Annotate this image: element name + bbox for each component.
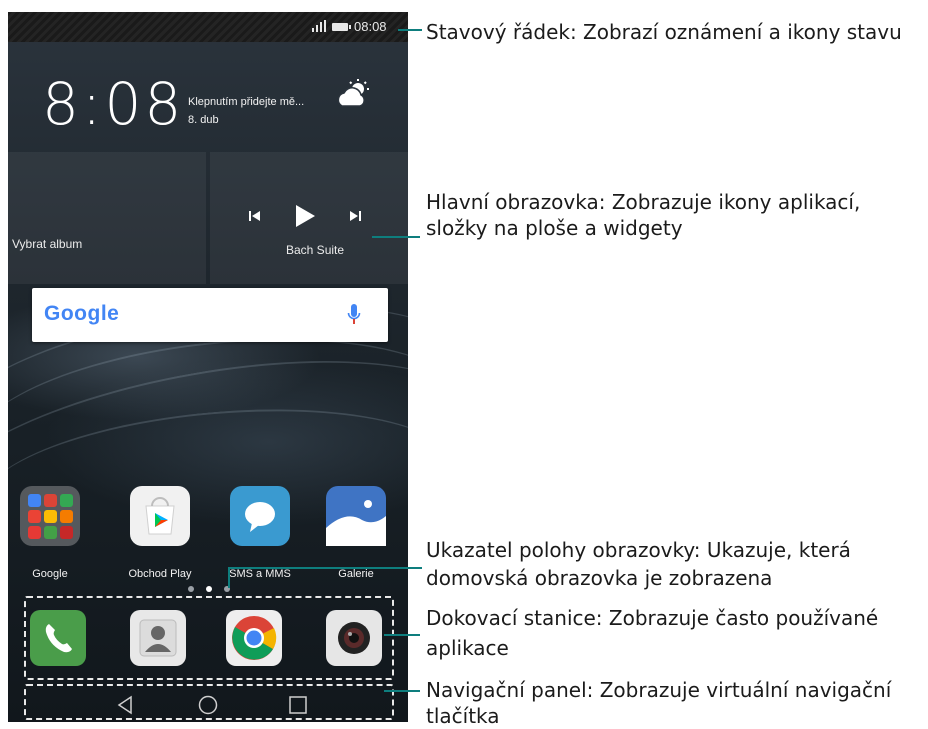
track-title: Bach Suite bbox=[286, 243, 345, 257]
callout-dock-line2: aplikace bbox=[426, 636, 509, 660]
leader-line-dock bbox=[384, 634, 420, 636]
weather-prompt[interactable]: Klepnutím přidejte mě... bbox=[188, 96, 304, 108]
page-dot bbox=[188, 586, 194, 592]
previous-track-icon[interactable] bbox=[248, 210, 262, 222]
back-icon[interactable] bbox=[114, 694, 136, 716]
messaging-icon bbox=[230, 486, 290, 546]
callout-status-bar: Stavový řádek: Zobrazí oznámení a ikony … bbox=[426, 20, 902, 44]
home-icon[interactable] bbox=[197, 694, 219, 716]
phone-icon[interactable] bbox=[30, 610, 86, 666]
leader-line-page-indicator-stem bbox=[228, 567, 230, 588]
app-label-google: Google bbox=[32, 568, 68, 580]
app-label-play-store: Obchod Play bbox=[128, 568, 192, 580]
leader-line-status-bar bbox=[398, 29, 422, 31]
leader-line-navigation-bar bbox=[384, 690, 420, 692]
page-dot-current bbox=[206, 586, 212, 592]
google-logo-text: Google bbox=[44, 302, 120, 325]
callout-navigation-bar-line1: Navigační panel: Zobrazuje virtuální nav… bbox=[426, 678, 892, 702]
leader-line-page-indicator bbox=[228, 567, 422, 569]
next-track-icon[interactable] bbox=[348, 210, 362, 222]
camera-icon[interactable] bbox=[326, 610, 382, 666]
callout-page-indicator-line2: domovská obrazovka je zobrazena bbox=[426, 566, 773, 590]
album-panel[interactable]: Vybrat album bbox=[8, 152, 206, 284]
status-bar[interactable]: 08:08 bbox=[8, 12, 408, 42]
partly-cloudy-icon[interactable] bbox=[336, 78, 370, 110]
gallery-icon bbox=[326, 486, 386, 546]
play-store-icon bbox=[130, 486, 190, 546]
status-time: 08:08 bbox=[354, 19, 387, 34]
leader-line-home-screen bbox=[372, 236, 420, 238]
google-logo: Google bbox=[44, 302, 119, 326]
recents-icon[interactable] bbox=[287, 694, 309, 716]
google-search-bar[interactable]: Google bbox=[32, 288, 388, 342]
callout-home-screen-line1: Hlavní obrazovka: Zobrazuje ikony aplika… bbox=[426, 190, 861, 214]
callout-page-indicator-line1: Ukazatel polohy obrazovky: Ukazuje, kter… bbox=[426, 538, 851, 562]
callout-dock-line1: Dokovací stanice: Zobrazuje často použív… bbox=[426, 606, 879, 630]
google-folder-icon bbox=[20, 486, 80, 546]
clock-widget-time[interactable]: 8:08 bbox=[42, 70, 184, 138]
play-icon[interactable] bbox=[294, 204, 316, 228]
music-widget: Vybrat album Bach Suite bbox=[8, 152, 408, 284]
callout-navigation-bar-line2: tlačítka bbox=[426, 704, 500, 728]
app-label-messaging: SMS a MMS bbox=[229, 568, 291, 580]
app-play-store[interactable]: Obchod Play bbox=[118, 486, 191, 586]
phone-screen: 08:08 8:08 Klepnutím přidejte mě... 8. d… bbox=[8, 12, 408, 722]
select-album-label: Vybrat album bbox=[12, 237, 83, 251]
chrome-icon[interactable] bbox=[226, 610, 282, 666]
signal-icon bbox=[312, 20, 326, 32]
contacts-icon[interactable] bbox=[130, 610, 186, 666]
app-gallery[interactable]: Galerie bbox=[314, 486, 386, 586]
clock-widget-date: 8. dub bbox=[188, 114, 219, 126]
app-google[interactable]: Google bbox=[8, 486, 80, 586]
mic-icon[interactable] bbox=[347, 303, 361, 327]
battery-icon bbox=[332, 23, 351, 31]
app-label-gallery: Galerie bbox=[338, 568, 374, 580]
callout-home-screen-line2: složky na ploše a widgety bbox=[426, 216, 683, 240]
